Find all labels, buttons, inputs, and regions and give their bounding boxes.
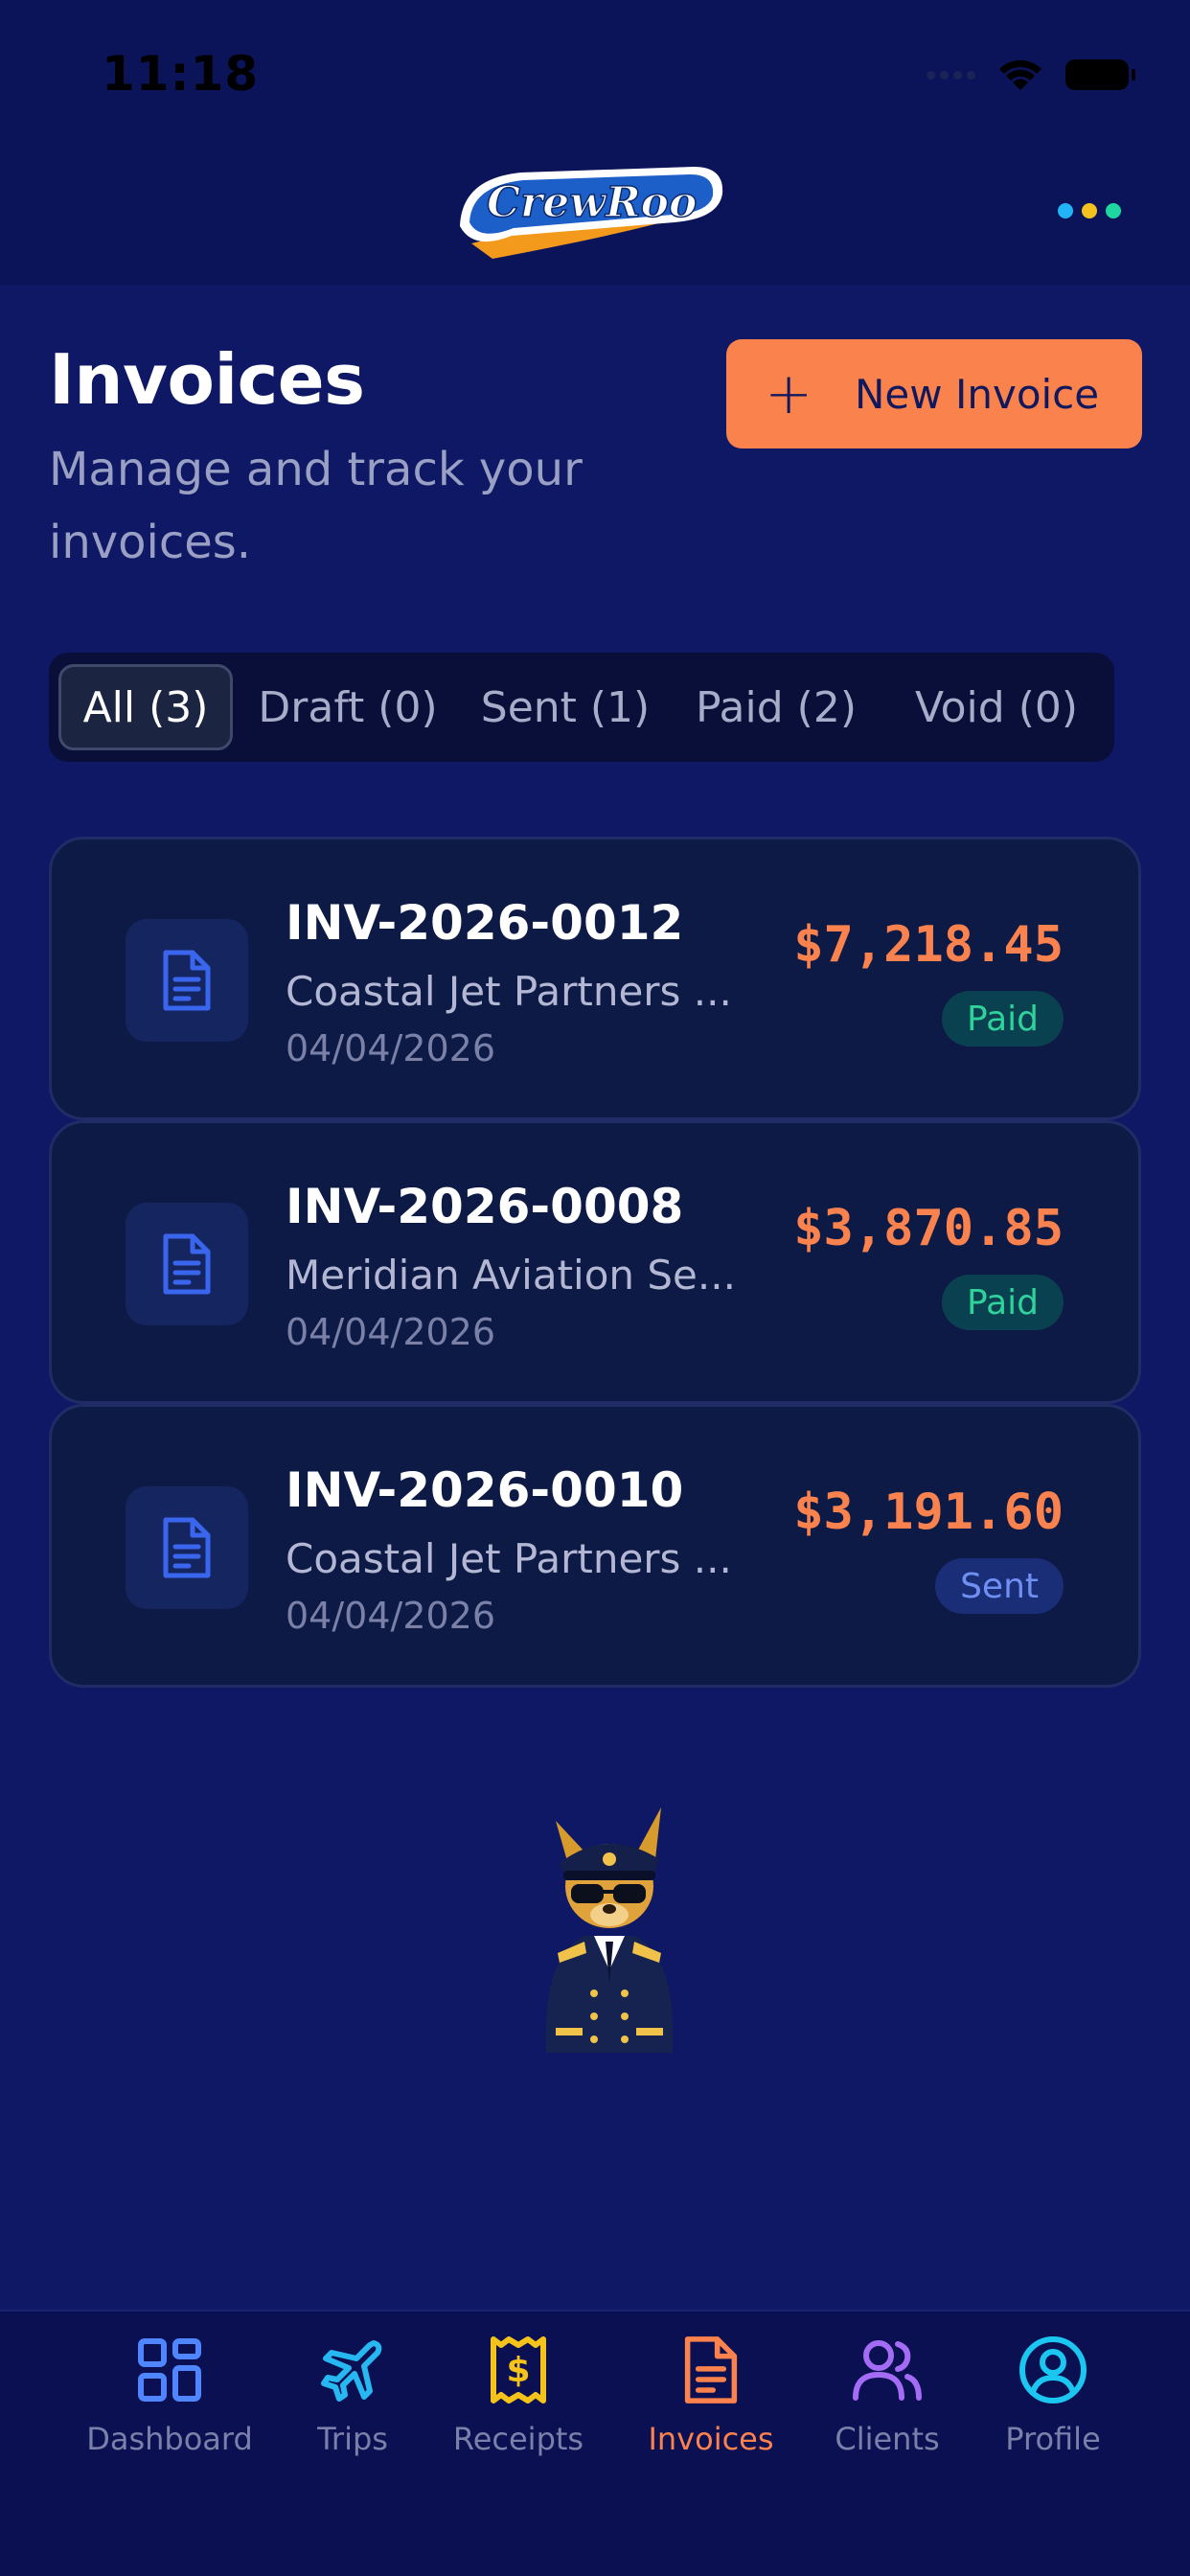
invoice-amount: $3,191.60 [793, 1484, 1064, 1541]
status-time: 11:18 [102, 46, 260, 102]
nav-label: Dashboard [86, 2421, 253, 2457]
status-badge: Paid [941, 991, 1064, 1046]
new-invoice-button[interactable]: + New Invoice [726, 339, 1142, 448]
document-icon [126, 919, 248, 1042]
status-badge: Sent [935, 1558, 1064, 1614]
invoice-card[interactable]: INV-2026-0010 Coastal Jet Partners ... 0… [49, 1404, 1141, 1688]
page-title: Invoices [49, 339, 365, 420]
nav-label: Trips [317, 2421, 388, 2457]
invoice-number: INV-2026-0008 [286, 1179, 684, 1234]
nav-label: Invoices [648, 2421, 774, 2457]
invoice-date: 04/04/2026 [286, 1027, 496, 1070]
invoice-number: INV-2026-0012 [286, 895, 684, 951]
nav-label: Profile [1005, 2421, 1101, 2457]
plus-icon: + [765, 360, 813, 427]
nav-item-clients[interactable]: Clients [801, 2333, 973, 2457]
wifi-icon [999, 59, 1041, 90]
top-bar: 11:18 CrewRoo [0, 0, 1190, 286]
user-circle-icon [1016, 2333, 1090, 2407]
invoice-date: 04/04/2026 [286, 1311, 496, 1353]
invoice-amount: $7,218.45 [793, 916, 1064, 974]
invoice-card[interactable]: INV-2026-0008 Meridian Aviation Se... 04… [49, 1120, 1141, 1404]
invoice-card[interactable]: INV-2026-0012 Coastal Jet Partners ... 0… [49, 837, 1141, 1120]
invoice-number: INV-2026-0010 [286, 1462, 684, 1518]
invoice-client: Meridian Aviation Se... [286, 1252, 736, 1299]
invoice-client: Coastal Jet Partners ... [286, 968, 732, 1015]
filter-tab-sent[interactable]: Sent (1) [467, 664, 664, 750]
invoice-date: 04/04/2026 [286, 1595, 496, 1637]
filter-tab-all[interactable]: All (3) [58, 664, 233, 750]
nav-item-trips[interactable]: Trips [266, 2333, 439, 2457]
nav-item-profile[interactable]: Profile [967, 2333, 1139, 2457]
status-badge: Paid [941, 1275, 1064, 1330]
new-invoice-label: New Invoice [855, 370, 1100, 418]
status-icons [927, 54, 1135, 96]
filter-tab-paid[interactable]: Paid (2) [677, 664, 875, 750]
svg-text:CrewRoo: CrewRoo [487, 178, 697, 227]
invoice-amount: $3,870.85 [793, 1200, 1064, 1257]
svg-text:$: $ [506, 2351, 530, 2390]
grid-icon [132, 2333, 207, 2407]
nav-item-receipts[interactable]: $ Receipts [432, 2333, 605, 2457]
invoice-client: Coastal Jet Partners ... [286, 1535, 732, 1582]
page-subtitle: Manage and track your invoices. [49, 443, 583, 569]
kangaroo-pilot-mascot [545, 1807, 674, 2053]
crewroo-logo[interactable]: CrewRoo [454, 159, 734, 266]
bottom-navigation: Dashboard Trips $ Receipts Invoices Clie… [0, 2310, 1190, 2576]
menu-dot [1106, 203, 1121, 218]
document-icon [126, 1486, 248, 1609]
status-filter-tabs: All (3) Draft (0) Sent (1) Paid (2) Void… [49, 653, 1114, 762]
users-icon [850, 2333, 925, 2407]
signal-icon [927, 70, 975, 80]
receipt-icon: $ [481, 2333, 556, 2407]
document-icon [126, 1203, 248, 1325]
menu-dot [1082, 203, 1097, 218]
nav-label: Receipts [452, 2421, 584, 2457]
plane-icon [315, 2333, 390, 2407]
document-icon [674, 2333, 748, 2407]
nav-item-dashboard[interactable]: Dashboard [83, 2333, 256, 2457]
filter-tab-draft[interactable]: Draft (0) [242, 664, 453, 750]
battery-icon [1065, 59, 1135, 90]
nav-label: Clients [835, 2421, 940, 2457]
more-menu-icon[interactable] [1058, 203, 1121, 218]
menu-dot [1058, 203, 1073, 218]
nav-item-invoices[interactable]: Invoices [625, 2333, 797, 2457]
filter-tab-void[interactable]: Void (0) [888, 664, 1105, 750]
